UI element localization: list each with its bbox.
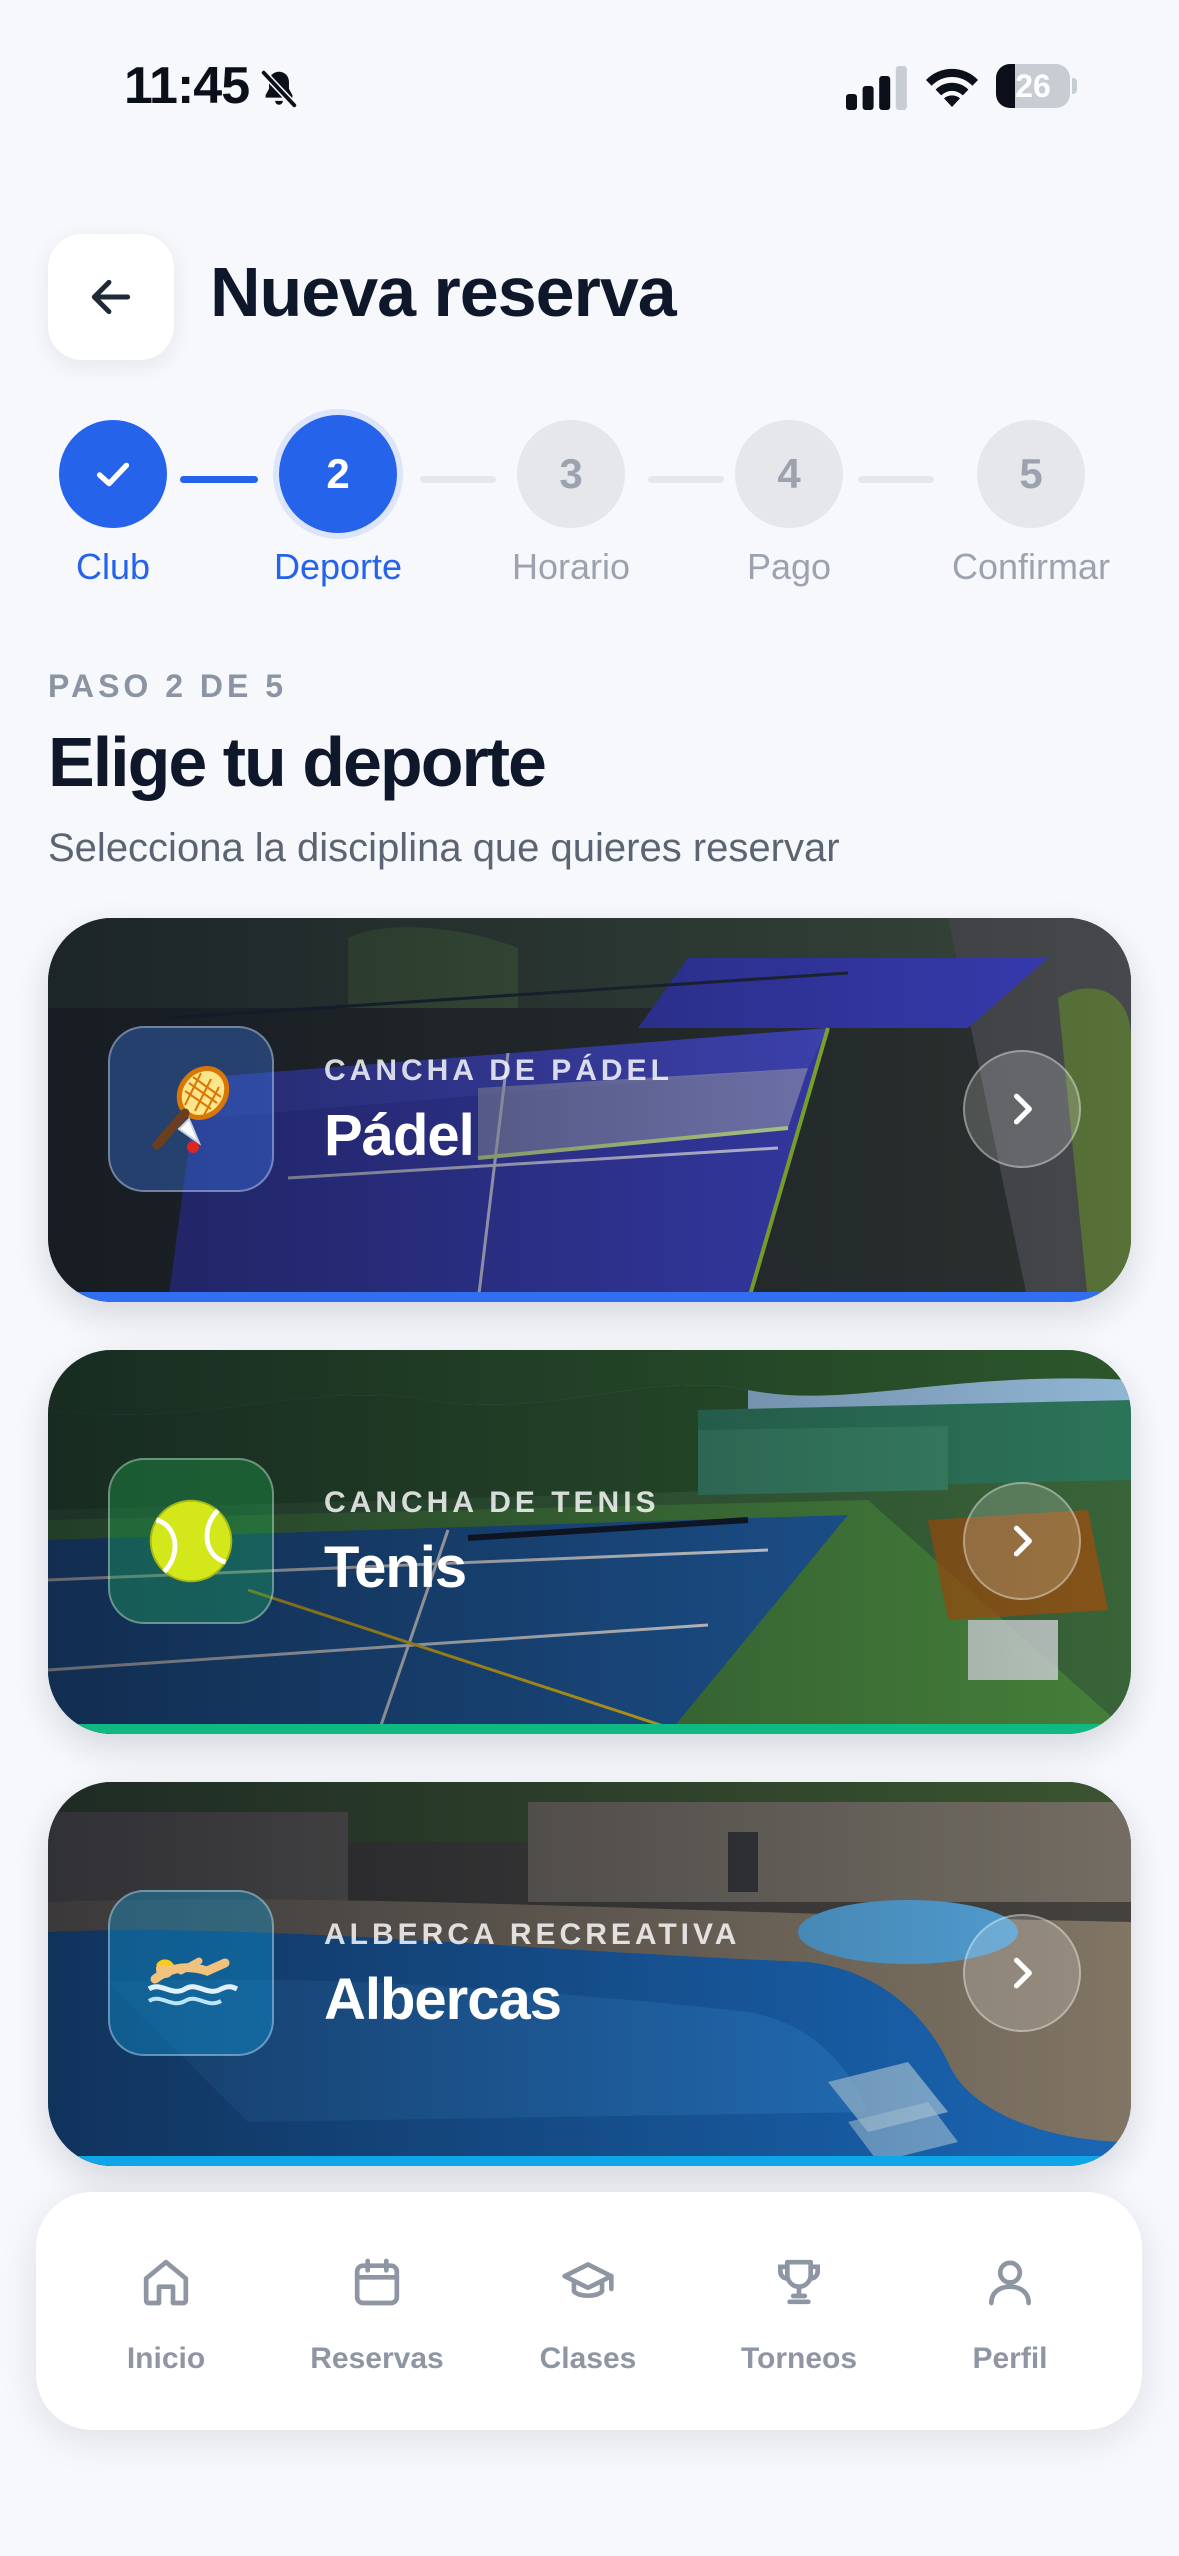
nav-label: Inicio [126,2342,206,2375]
nav-label: Clases [539,2342,637,2375]
step-label-confirmar: Confirmar [951,546,1111,587]
page-title: Nueva reserva [210,253,677,331]
graduation-cap-icon [562,2262,614,2299]
nav-item-reservas[interactable]: Reservas [277,2192,477,2430]
booking-stepper: 2 3 4 5 Club Deporte Horario Pago Confir… [0,410,1179,600]
step-connector [180,476,258,483]
card-title: Pádel [324,1103,475,1168]
step-confirmar: 5 [977,420,1085,528]
step-horario: 3 [517,420,625,528]
sport-card-tenis[interactable]: CANCHA DE TENIS Tenis [48,1350,1131,1734]
check-icon [96,462,130,487]
card-arrow-button[interactable] [963,1914,1081,2032]
step-number: 2 [326,450,350,497]
sport-card-albercas[interactable]: ALBERCA RECREATIVA Albercas [48,1782,1131,2166]
card-title: Tenis [324,1535,467,1600]
nav-item-perfil[interactable]: Perfil [910,2192,1110,2430]
nav-item-clases[interactable]: Clases [488,2192,688,2430]
card-accent-bar [48,1292,1131,1302]
card-accent-bar [48,1724,1131,1734]
card-subtitle: ALBERCA RECREATIVA [324,1918,741,1951]
user-icon [989,2260,1031,2306]
step-label-deporte: Deporte [273,546,403,587]
chevron-right-icon [1013,1525,1032,1557]
card-arrow-button[interactable] [963,1482,1081,1600]
step-label-pago: Pago [746,546,832,587]
swimmer-icon [147,1957,239,2006]
badminton-racket-icon [152,1066,230,1153]
sport-card-padel[interactable]: CANCHA DE PÁDEL Pádel [48,918,1131,1302]
wifi-icon [926,68,978,107]
step-deporte[interactable]: 2 [279,415,397,533]
calendar-icon [354,2258,400,2306]
step-pago: 4 [735,420,843,528]
step-connector [420,476,496,483]
battery-icon: 26 [996,64,1077,108]
nav-label: Torneos [740,2342,858,2375]
bell-slash-icon [260,69,298,109]
card-subtitle: CANCHA DE PÁDEL [324,1054,673,1087]
step-club[interactable] [59,420,167,528]
status-time: 11:45 [124,57,250,115]
bottom-nav: Inicio Reservas Clases Torneos Perfil [36,2192,1142,2430]
step-label-club: Club [75,546,151,587]
tennis-icon-box [108,1458,274,1624]
section-title: Elige tu deporte [48,723,547,801]
status-bar: 11:45 26 [0,0,1179,180]
chevron-right-icon [1013,1957,1032,1989]
step-number: 3 [559,450,583,497]
step-counter: PASO 2 DE 5 [48,668,288,704]
nav-item-torneos[interactable]: Torneos [699,2192,899,2430]
card-subtitle: CANCHA DE TENIS [324,1486,660,1519]
card-title: Albercas [324,1967,562,2032]
back-button[interactable] [48,234,174,360]
nav-label: Reservas [310,2342,444,2375]
home-icon [143,2259,189,2306]
battery-level: 26 [1015,68,1051,104]
trophy-icon [778,2259,820,2305]
tennis-ball-icon [149,1499,233,1583]
card-arrow-button[interactable] [963,1050,1081,1168]
card-accent-bar [48,2156,1131,2166]
pool-icon-box [108,1890,274,2056]
arrow-left-icon [91,279,131,315]
padel-icon-box [108,1026,274,1192]
step-number: 4 [777,450,801,497]
step-label-horario: Horario [511,546,631,587]
nav-label: Perfil [972,2342,1048,2375]
signal-icon [846,66,907,110]
chevron-right-icon [1013,1093,1032,1125]
step-number: 5 [1019,450,1043,497]
section-subtitle: Selecciona la disciplina que quieres res… [48,826,840,870]
step-connector [858,476,934,483]
nav-item-inicio[interactable]: Inicio [66,2192,266,2430]
step-connector [648,476,724,483]
